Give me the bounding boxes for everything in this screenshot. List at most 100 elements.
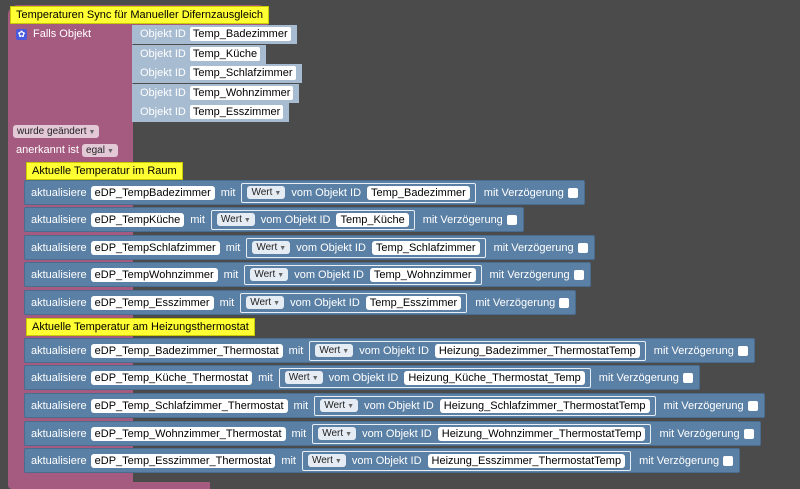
object-row-0[interactable]: Objekt ID Temp_Badezimmer — [132, 25, 297, 44]
chevron-down-icon: ▼ — [88, 129, 96, 136]
delay-checkbox[interactable] — [743, 428, 754, 439]
target-field[interactable]: eDP_TempKüche — [90, 212, 185, 227]
ack-row: anerkannt ist egal ▼ — [16, 144, 118, 157]
source-field[interactable]: Heizung_Küche_Thermostat_Temp — [404, 370, 585, 385]
chevron-down-icon: ▼ — [342, 348, 350, 355]
delay-checkbox[interactable] — [737, 345, 748, 356]
from-object-label: vom Objekt ID — [328, 371, 399, 384]
wert-dropdown[interactable]: Wert ▼ — [284, 371, 323, 384]
value-block[interactable]: Wert ▼ vom Objekt ID Temp_Küche — [210, 209, 415, 230]
wert-dropdown[interactable]: Wert ▼ — [246, 296, 285, 309]
update-statement[interactable]: aktualisiere eDP_Temp_Wohnzimmer_Thermost… — [24, 421, 761, 446]
source-field[interactable]: Temp_Küche — [336, 212, 409, 227]
wert-value: Wert — [288, 372, 310, 383]
target-field[interactable]: eDP_Temp_Badezimmer_Thermostat — [90, 343, 283, 358]
wert-dropdown[interactable]: Wert ▼ — [307, 454, 346, 467]
value-block[interactable]: Wert ▼ vom Objekt ID Heizung_Esszimmer_Ther… — [301, 450, 632, 471]
value-block[interactable]: Wert ▼ vom Objekt ID Heizung_Wohnzimmer_The… — [312, 423, 652, 444]
section-comment[interactable]: Aktuelle Temperatur im Raum — [26, 162, 183, 180]
value-block[interactable]: Wert ▼ vom Objekt ID Temp_Schlafzimmer — [246, 237, 486, 258]
source-field[interactable]: Heizung_Badezimmer_ThermostatTemp — [434, 343, 640, 358]
delay-checkbox[interactable] — [577, 242, 588, 253]
wert-value: Wert — [324, 400, 346, 411]
from-object-label: vom Objekt ID — [260, 213, 331, 226]
update-label: aktualisiere — [31, 399, 87, 412]
from-object-label: vom Objekt ID — [296, 241, 366, 254]
object-field[interactable]: Temp_Schlafzimmer — [189, 66, 296, 80]
update-label: aktualisiere — [31, 427, 87, 440]
target-field[interactable]: eDP_TempSchlafzimmer — [90, 240, 220, 255]
delay-label: mit Verzögerung — [493, 241, 574, 254]
update-statement[interactable]: aktualisiere eDP_TempWohnzimmer mit Wert ▼ v… — [24, 262, 591, 287]
wert-dropdown[interactable]: Wert ▼ — [247, 186, 286, 199]
target-field[interactable]: eDP_Temp_Schlafzimmer_Thermostat — [90, 398, 288, 413]
from-object-label: vom Objekt ID — [290, 296, 360, 309]
falls-objekt-label: Falls Objekt — [33, 28, 92, 40]
with-label: mit — [258, 371, 273, 384]
event-comment[interactable]: Temperaturen Sync für Manueller Difernza… — [10, 6, 270, 24]
wert-dropdown[interactable]: Wert ▼ — [250, 268, 289, 281]
wert-dropdown[interactable]: Wert ▼ — [315, 344, 354, 357]
object-field[interactable]: Temp_Küche — [189, 47, 261, 61]
chevron-down-icon: ▼ — [243, 217, 251, 224]
with-label: mit — [225, 241, 241, 254]
update-statement[interactable]: aktualisiere eDP_TempKüche mit Wert ▼ vom Ob… — [24, 207, 524, 232]
value-block[interactable]: Wert ▼ vom Objekt ID Temp_Wohnzimmer — [244, 264, 482, 285]
update-statement[interactable]: aktualisiere eDP_Temp_Esszimmer_Thermosta… — [24, 448, 741, 473]
object-row-2[interactable]: Objekt ID Temp_Schlafzimmer — [132, 64, 302, 83]
chevron-down-icon: ▼ — [106, 148, 114, 155]
target-field[interactable]: eDP_Temp_Esszimmer — [90, 295, 214, 310]
value-block[interactable]: Wert ▼ vom Objekt ID Temp_Badezimmer — [241, 182, 476, 203]
source-field[interactable]: Temp_Badezimmer — [367, 185, 470, 200]
delay-checkbox[interactable] — [682, 372, 693, 383]
delay-label: mit Verzögerung — [639, 454, 720, 467]
target-field[interactable]: eDP_Temp_Wohnzimmer_Thermostat — [90, 426, 286, 441]
wert-dropdown[interactable]: Wert ▼ — [252, 241, 291, 254]
source-field[interactable]: Temp_Wohnzimmer — [369, 267, 476, 282]
wert-value: Wert — [250, 297, 272, 308]
update-statement[interactable]: aktualisiere eDP_Temp_Schlafzimmer_Thermo… — [24, 393, 765, 418]
with-label: mit — [281, 454, 296, 467]
delay-checkbox[interactable] — [747, 400, 758, 411]
trigger-dropdown[interactable]: wurde geändert ▼ — [13, 125, 100, 138]
delay-label: mit Verzögerung — [659, 427, 740, 440]
delay-checkbox[interactable] — [567, 187, 578, 198]
source-field[interactable]: Heizung_Schlafzimmer_ThermostatTemp — [439, 398, 650, 413]
delay-checkbox[interactable] — [723, 455, 734, 466]
object-field[interactable]: Temp_Badezimmer — [189, 27, 291, 41]
value-block[interactable]: Wert ▼ vom Objekt ID Heizung_Küche_Thermost… — [278, 367, 591, 388]
delay-checkbox[interactable] — [506, 214, 517, 225]
update-statement[interactable]: aktualisiere eDP_Temp_Badezimmer_Thermost… — [24, 338, 755, 363]
delay-checkbox[interactable] — [559, 297, 570, 308]
source-field[interactable]: Temp_Esszimmer — [365, 295, 462, 310]
wert-dropdown[interactable]: Wert ▼ — [318, 427, 357, 440]
value-block[interactable]: Wert ▼ vom Objekt ID Heizung_Badezimmer_The… — [309, 340, 646, 361]
ack-dropdown[interactable]: egal ▼ — [82, 144, 118, 157]
target-field[interactable]: eDP_Temp_Küche_Thermostat — [90, 370, 253, 385]
value-block[interactable]: Wert ▼ vom Objekt ID Temp_Esszimmer — [240, 292, 468, 313]
update-statement[interactable]: aktualisiere eDP_Temp_Küche_Thermostat mit… — [24, 365, 700, 390]
update-statement[interactable]: aktualisiere eDP_Temp_Esszimmer mit Wert ▼ v… — [24, 290, 577, 315]
update-statement[interactable]: aktualisiere eDP_TempSchlafzimmer mit Wert… — [24, 235, 595, 260]
object-field[interactable]: Temp_Wohnzimmer — [189, 86, 294, 100]
source-field[interactable]: Heizung_Wohnzimmer_ThermostatTemp — [437, 426, 646, 441]
with-label: mit — [190, 213, 205, 226]
target-field[interactable]: eDP_TempBadezimmer — [90, 185, 215, 200]
section-comment[interactable]: Aktuelle Temperatur am Heizungsthermosta… — [26, 318, 255, 336]
delay-label: mit Verzögerung — [653, 344, 734, 357]
source-field[interactable]: Temp_Schlafzimmer — [371, 240, 480, 255]
target-field[interactable]: eDP_TempWohnzimmer — [90, 267, 218, 282]
wert-dropdown[interactable]: Wert ▼ — [320, 399, 359, 412]
wert-dropdown[interactable]: Wert ▼ — [216, 213, 255, 226]
source-field[interactable]: Heizung_Esszimmer_ThermostatTemp — [427, 453, 626, 468]
target-field[interactable]: eDP_Temp_Esszimmer_Thermostat — [90, 453, 276, 468]
gear-icon[interactable]: ✿ — [16, 29, 27, 40]
object-row-3[interactable]: Objekt ID Temp_Wohnzimmer — [132, 84, 300, 103]
update-statement[interactable]: aktualisiere eDP_TempBadezimmer mit Wert ▼ v… — [24, 180, 585, 205]
object-row-4[interactable]: Objekt ID Temp_Esszimmer — [132, 103, 290, 122]
object-field[interactable]: Temp_Esszimmer — [189, 105, 284, 119]
delay-checkbox[interactable] — [573, 269, 584, 280]
value-block[interactable]: Wert ▼ vom Objekt ID Heizung_Schlafzimmer_T… — [314, 395, 656, 416]
chevron-down-icon: ▼ — [274, 190, 282, 197]
object-row-1[interactable]: Objekt ID Temp_Küche — [132, 45, 267, 64]
